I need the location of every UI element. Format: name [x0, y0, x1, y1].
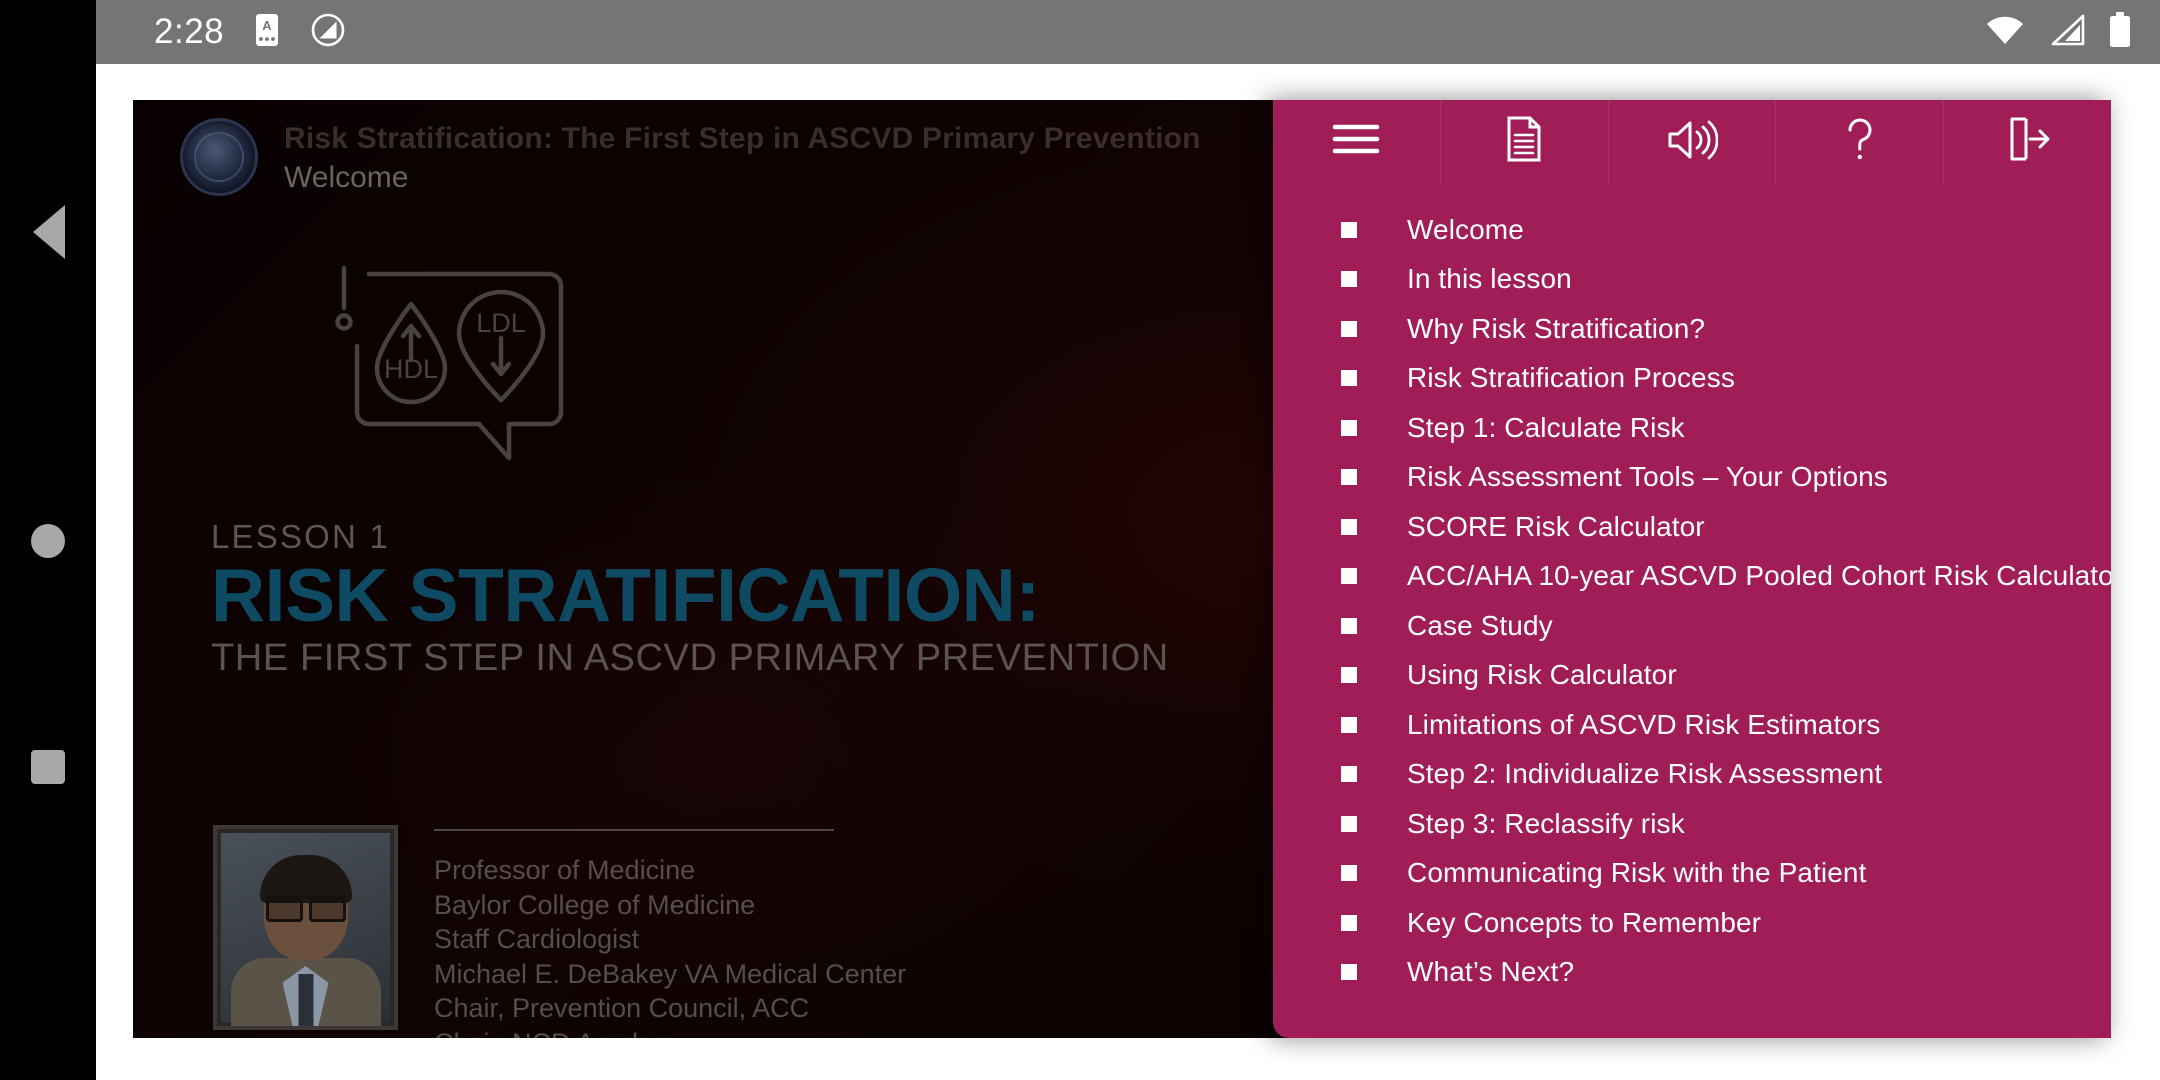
hdl-ldl-illustration: HDL LDL: [333, 260, 583, 480]
bullet-icon: [1341, 568, 1357, 585]
menu-item-label: Step 1: Calculate Risk: [1407, 411, 1685, 443]
battery-icon: [2108, 11, 2132, 53]
menu-item-label: Risk Assessment Tools – Your Options: [1407, 461, 1888, 493]
menu-item-step-1-calculate-risk[interactable]: Step 1: Calculate Risk: [1273, 403, 2111, 453]
presenter-block: Salim Virani, MD, PhD, FACC Professor of…: [213, 825, 906, 1038]
bullet-icon: [1341, 667, 1357, 684]
menu-icon: [1329, 119, 1383, 164]
bullet-icon: [1341, 716, 1357, 733]
menu-item-label: Case Study: [1407, 609, 1553, 641]
credentials-divider: [434, 829, 834, 831]
menu-item-communicating-risk-with-the-patient[interactable]: Communicating Risk with the Patient: [1273, 849, 2111, 899]
slide-header-text: Risk Stratification: The First Step in A…: [284, 118, 1201, 195]
presenter-avatar: [213, 825, 398, 1030]
menu-item-risk-assessment-tools[interactable]: Risk Assessment Tools – Your Options: [1273, 453, 2111, 503]
cellular-signal-icon: [2048, 14, 2086, 51]
transcript-icon: [1505, 116, 1543, 167]
lesson-title-block: LESSON 1 RISK STRATIFICATION: THE FIRST …: [211, 518, 1169, 680]
device-screen: 2:28 A Risk Stratification: The First St…: [0, 0, 2160, 1080]
menu-item-label: What’s Next?: [1407, 956, 1575, 988]
text-input-notification-icon: A: [252, 13, 282, 52]
slide-header: Risk Stratification: The First Step in A…: [180, 118, 1201, 196]
do-not-disturb-icon: [310, 12, 346, 53]
android-navigation-rail: [0, 0, 96, 1080]
transcript-button[interactable]: [1441, 100, 1609, 183]
lesson-tagline: THE FIRST STEP IN ASCVD PRIMARY PREVENTI…: [211, 637, 1169, 679]
presenter-credentials: Professor of Medicine Baylor College of …: [434, 825, 906, 1038]
bullet-icon: [1341, 617, 1357, 634]
status-bar-clock: 2:28: [154, 12, 225, 51]
menu-item-step-2-individualize-risk-assessment[interactable]: Step 2: Individualize Risk Assessment: [1273, 750, 2111, 800]
exit-button[interactable]: [1944, 100, 2111, 183]
menu-item-acc-aha-pooled-cohort-calculator[interactable]: ACC/AHA 10-year ASCVD Pooled Cohort Risk…: [1273, 552, 2111, 602]
bullet-icon: [1341, 320, 1357, 337]
bullet-icon: [1341, 221, 1357, 238]
bullet-icon: [1341, 964, 1357, 981]
bullet-icon: [1341, 370, 1357, 387]
menu-item-label: Why Risk Stratification?: [1407, 312, 1706, 344]
course-title: Risk Stratification: The First Step in A…: [284, 122, 1201, 155]
bullet-icon: [1341, 914, 1357, 931]
menu-item-label: Using Risk Calculator: [1407, 659, 1677, 691]
menu-item-whats-next[interactable]: What’s Next?: [1273, 948, 2111, 998]
menu-item-label: Step 2: Individualize Risk Assessment: [1407, 758, 1883, 790]
bullet-icon: [1341, 271, 1357, 288]
credential-line: Staff Cardiologist: [434, 924, 640, 955]
menu-item-in-this-lesson[interactable]: In this lesson: [1273, 255, 2111, 305]
bullet-icon: [1341, 518, 1357, 535]
exit-icon: [2004, 116, 2052, 167]
bullet-icon: [1341, 766, 1357, 783]
menu-toolbar: [1273, 100, 2111, 183]
status-bar-right: [1984, 11, 2132, 53]
menu-item-case-study[interactable]: Case Study: [1273, 601, 2111, 651]
lesson-subtitle: Welcome: [284, 160, 409, 194]
ldl-label: LDL: [476, 308, 526, 338]
presenter-photo-wrap: Salim Virani, MD, PhD, FACC: [213, 825, 398, 1038]
menu-item-risk-stratification-process[interactable]: Risk Stratification Process: [1273, 354, 2111, 404]
menu-item-label: Risk Stratification Process: [1407, 362, 1735, 394]
menu-item-using-risk-calculator[interactable]: Using Risk Calculator: [1273, 651, 2111, 701]
lesson-eyebrow: LESSON 1: [211, 518, 391, 555]
credential-line: Baylor College of Medicine: [434, 889, 756, 920]
menu-item-why-risk-stratification[interactable]: Why Risk Stratification?: [1273, 304, 2111, 354]
menu-item-limitations-of-ascvd-risk-estimators[interactable]: Limitations of ASCVD Risk Estimators: [1273, 700, 2111, 750]
recents-button[interactable]: [31, 750, 65, 784]
audio-button[interactable]: [1609, 100, 1777, 183]
menu-toggle-button[interactable]: [1273, 100, 1441, 183]
audio-icon: [1666, 117, 1719, 166]
back-button[interactable]: [33, 205, 65, 259]
lesson-menu-list[interactable]: Welcome In this lesson Why Risk Stratifi…: [1273, 183, 2111, 1038]
bullet-icon: [1341, 469, 1357, 486]
menu-item-label: Limitations of ASCVD Risk Estimators: [1407, 708, 1881, 740]
lesson-menu-panel: Welcome In this lesson Why Risk Stratifi…: [1273, 100, 2111, 1038]
menu-item-label: Key Concepts to Remember: [1407, 906, 1762, 938]
credential-line: Chair, NCD Academy: [434, 1026, 906, 1038]
credential-line: Professor of Medicine: [434, 855, 696, 885]
bullet-icon: [1341, 815, 1357, 832]
credential-line: Chair, Prevention Council, ACC: [434, 993, 810, 1024]
menu-item-step-3-reclassify-risk[interactable]: Step 3: Reclassify risk: [1273, 799, 2111, 849]
home-button[interactable]: [31, 524, 65, 558]
menu-item-label: Welcome: [1407, 213, 1524, 245]
wifi-icon: [1984, 14, 2026, 51]
menu-item-label: SCORE Risk Calculator: [1407, 510, 1705, 542]
lesson-title: RISK STRATIFICATION:: [211, 553, 1040, 637]
menu-item-label: Step 3: Reclassify risk: [1407, 807, 1685, 839]
menu-item-label: Communicating Risk with the Patient: [1407, 857, 1867, 889]
acc-seal-logo: [180, 118, 258, 196]
status-bar-left: 2:28 A: [154, 12, 346, 53]
menu-item-score-risk-calculator[interactable]: SCORE Risk Calculator: [1273, 502, 2111, 552]
svg-text:A: A: [262, 18, 272, 33]
menu-item-welcome[interactable]: Welcome: [1273, 205, 2111, 255]
menu-item-key-concepts-to-remember[interactable]: Key Concepts to Remember: [1273, 898, 2111, 948]
help-icon: [1842, 115, 1878, 168]
status-bar: 2:28 A: [96, 0, 2160, 64]
hdl-label: HDL: [384, 354, 438, 384]
bullet-icon: [1341, 419, 1357, 436]
help-button[interactable]: [1776, 100, 1945, 183]
credential-line: Michael E. DeBakey VA Medical Center: [434, 958, 907, 989]
menu-item-label: ACC/AHA 10-year ASCVD Pooled Cohort Risk…: [1407, 560, 2111, 592]
bullet-icon: [1341, 865, 1357, 882]
menu-item-label: In this lesson: [1407, 263, 1572, 295]
